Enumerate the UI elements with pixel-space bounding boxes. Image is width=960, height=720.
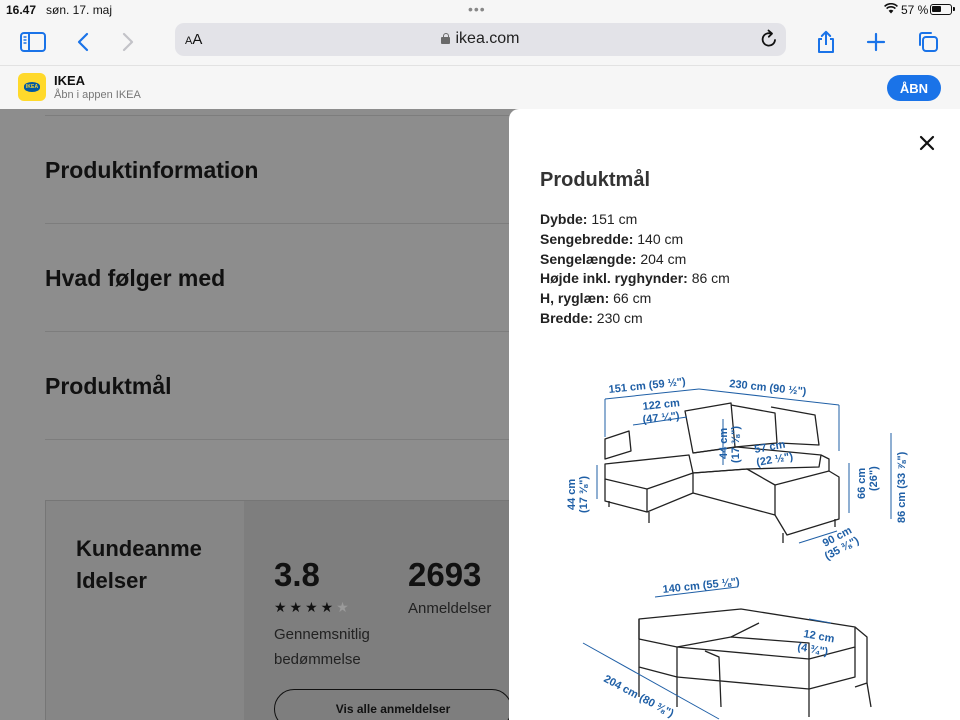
label-back-height-in: (26") xyxy=(868,466,880,491)
banner-subtitle: Åbn i appen IKEA xyxy=(54,89,141,101)
dimension-lines-bottom xyxy=(582,586,832,720)
dimension-lines-top xyxy=(596,388,892,544)
open-in-app-button[interactable]: ÅBN xyxy=(887,75,941,101)
label-bed-width: 140 cm (55 ⅛") xyxy=(662,576,741,596)
spec-row: Sengelængde: 204 cm xyxy=(540,250,687,267)
banner-title: IKEA xyxy=(54,73,86,88)
forward-icon[interactable] xyxy=(113,28,143,56)
label-bed-depth-in: (47 ¼") xyxy=(642,410,680,426)
divider xyxy=(45,331,565,332)
spec-row: Sengebredde: 140 cm xyxy=(540,230,684,247)
clock: 16.47 xyxy=(6,3,37,17)
reviews-title: Kundeanme ldelser xyxy=(76,536,202,593)
reviews-card: Kundeanme ldelser 3.8 ★★★★★ Gennemsnitli… xyxy=(45,500,525,720)
tabs-overview-icon[interactable] xyxy=(913,28,943,56)
label-cushion-height: 44 cm xyxy=(718,428,730,459)
spec-row: Bredde: 230 cm xyxy=(540,309,643,326)
back-icon[interactable] xyxy=(68,28,98,56)
date: søn. 17. maj xyxy=(46,3,113,17)
divider xyxy=(45,439,565,440)
dimension-specs: Dybde: 151 cm Sengebredde: 140 cm Sengel… xyxy=(540,210,730,329)
battery-percent: 57 % xyxy=(901,3,929,17)
sofa-illustration-bottom xyxy=(638,608,872,717)
section-dimensions[interactable]: Produktmål xyxy=(45,373,545,400)
dimensions-modal: Produktmål Dybde: 151 cm Sengebredde: 14… xyxy=(509,109,960,720)
label-seat-height-in: (17 ⅜") xyxy=(578,476,590,513)
label-width: 230 cm (90 ½") xyxy=(729,378,808,398)
spec-row: Dybde: 151 cm xyxy=(540,211,638,227)
label-depth: 151 cm (59 ½") xyxy=(608,376,687,396)
average-rating-label: Gennemsnitlig bedømmelse xyxy=(274,626,370,668)
all-reviews-button[interactable]: Vis alle anmeldelser xyxy=(274,689,512,720)
review-count: 2693 xyxy=(408,556,482,593)
sidebar-icon[interactable] xyxy=(18,28,48,56)
browser-toolbar: AA ikea.com xyxy=(0,20,960,66)
ikea-app-logo: IKEA xyxy=(18,73,46,101)
label-seat-height: 44 cm xyxy=(566,479,578,510)
wifi-icon xyxy=(884,2,898,17)
label-total-height: 86 cm (33 ⅞") xyxy=(896,451,908,523)
share-icon[interactable] xyxy=(811,28,841,56)
spec-row: H, ryglæn: 66 cm xyxy=(540,290,652,307)
label-back-height: 66 cm xyxy=(856,468,868,499)
divider xyxy=(45,115,565,116)
spec-row: Højde inkl. ryghynder: 86 cm xyxy=(540,270,730,287)
modal-title: Produktmål xyxy=(540,169,651,191)
multitasking-dots-icon[interactable]: ••• xyxy=(468,1,486,17)
url-text: ikea.com xyxy=(455,30,520,47)
status-bar: 16.47 søn. 17. maj ••• 57 % xyxy=(0,0,960,20)
review-count-label: Anmeldelser xyxy=(408,600,492,617)
sofa-dimension-diagram: 151 cm (59 ½") 230 cm (90 ½") 122 cm (47… xyxy=(566,376,908,720)
divider xyxy=(45,223,565,224)
close-icon[interactable] xyxy=(917,133,937,153)
dimension-labels-bottom: 140 cm (55 ⅛") 12 cm (4 ¾") 204 cm (80 ⅜… xyxy=(602,576,836,720)
reload-icon[interactable] xyxy=(760,29,778,54)
section-included[interactable]: Hvad følger med xyxy=(45,265,545,292)
reviews-title-panel: Kundeanme ldelser xyxy=(46,501,244,720)
rating-stars: ★★★★★ xyxy=(274,599,352,615)
new-tab-icon[interactable] xyxy=(861,28,891,56)
label-cushion-height-in: (17 ⅜") xyxy=(730,426,742,463)
address-bar[interactable]: AA ikea.com xyxy=(175,23,786,56)
section-product-info[interactable]: Produktinformation xyxy=(45,157,545,184)
app-banner: IKEA IKEA Åbn i appen IKEA ÅBN xyxy=(0,66,960,109)
average-rating: 3.8 xyxy=(274,556,320,593)
battery-icon xyxy=(930,4,955,15)
lock-icon xyxy=(441,33,451,44)
url[interactable]: ikea.com xyxy=(175,30,786,48)
